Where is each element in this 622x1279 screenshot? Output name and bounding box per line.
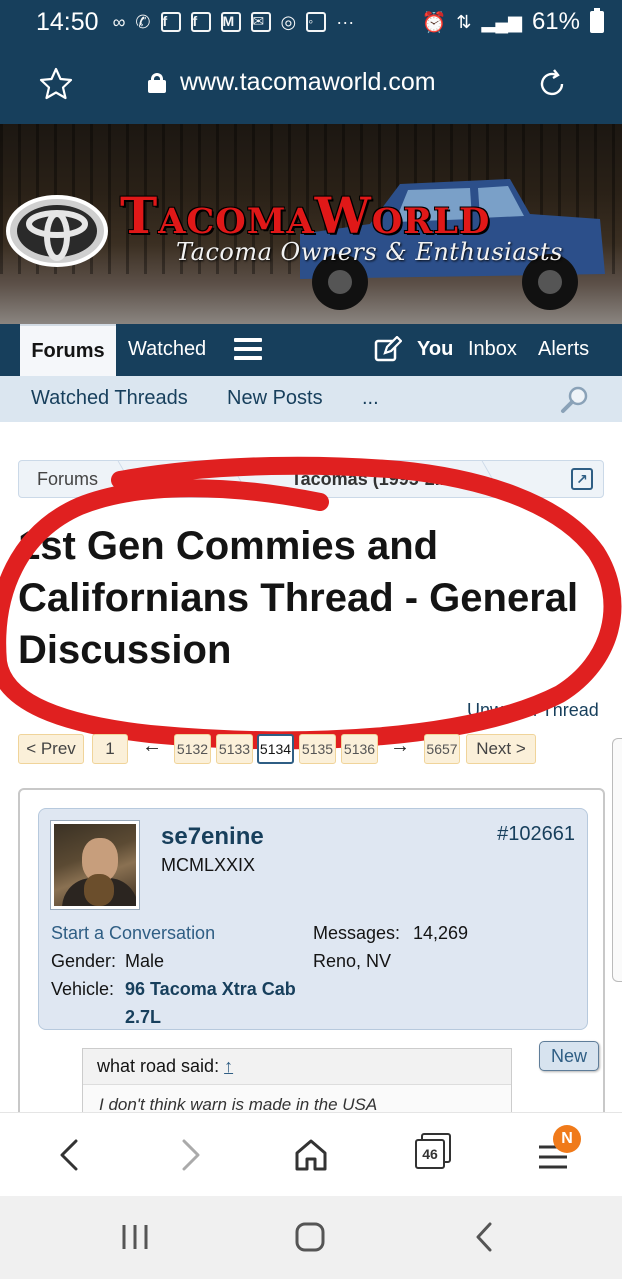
unwatch-thread-link[interactable]: Unwatch Thread (467, 700, 599, 721)
site-title: TacomaWorld (120, 186, 491, 245)
post-number[interactable]: #102661 (497, 823, 575, 846)
facebook-icon-2: f (190, 12, 211, 32)
main-nav: Forums Watched You Inbox Alerts (0, 324, 622, 376)
instagram-icon: ◦ (306, 12, 327, 32)
gender-label: Gender: (51, 951, 117, 971)
user-title: MCMLXXIX (161, 855, 256, 875)
signal-icon: ▂▄▆ (481, 11, 522, 32)
back-icon[interactable] (50, 1135, 90, 1175)
gender-value: Male (125, 951, 165, 971)
new-badge: New (539, 1041, 599, 1071)
bookmark-star-icon[interactable] (38, 66, 74, 102)
subnav-new-posts[interactable]: New Posts (227, 387, 323, 410)
facebook-icon: f (160, 12, 181, 32)
quote-header: what road said: ↑ (83, 1049, 511, 1085)
chrome-icon: ◎ (280, 11, 297, 32)
vehicle-value-2[interactable]: 2.7L (125, 1007, 161, 1028)
last-page-button[interactable]: 5657 (424, 734, 460, 764)
vehicle-label: Vehicle: (51, 979, 115, 999)
sub-nav: Watched Threads New Posts ... (0, 376, 622, 422)
url-bar: www.tacomaworld.com (0, 44, 622, 124)
thread-title: 1st Gen Commies and Californians Thread … (18, 524, 579, 672)
user-info-box: se7enine MCMLXXIX #102661 Start a Conver… (38, 808, 599, 1071)
prev-page-button[interactable]: < Prev (18, 734, 84, 764)
url-text: www.tacomaworld.com (180, 68, 436, 96)
side-panel-handle[interactable] (612, 738, 622, 982)
breadcrumb-tacomas[interactable]: Tacomas (1995-2... (291, 469, 450, 490)
tab-you[interactable]: You (417, 324, 453, 374)
forward-icon[interactable] (170, 1135, 210, 1175)
status-time: 14:50 (36, 7, 99, 36)
notification-icons: ∞ ✆ f f M ✉ ◎ ◦ ··· (112, 11, 355, 33)
site-tagline: Tacoma Owners & Enthusiasts (176, 238, 563, 266)
data-transfer-icon: ⇅ (456, 11, 472, 32)
post: se7enine MCMLXXIX #102661 Start a Conver… (18, 788, 605, 1112)
quote-block: what road said: ↑ I don't think warn is … (82, 1048, 512, 1112)
messages-label: Messages: (313, 923, 401, 943)
current-page[interactable]: 5134 (257, 734, 294, 764)
start-conversation-link[interactable]: Start a Conversation (51, 923, 215, 944)
gmail-icon: M (220, 12, 241, 32)
lock-icon (148, 72, 166, 93)
tabs-button[interactable]: 46 (415, 1139, 445, 1169)
search-icon[interactable] (560, 384, 590, 414)
breadcrumb-forums[interactable]: Forums (37, 469, 98, 490)
page-button[interactable]: 5135 (299, 734, 336, 764)
right-arrow-icon[interactable]: → (390, 735, 410, 758)
breadcrumb-separator (456, 461, 504, 497)
messages-count: 14,269 (413, 923, 469, 943)
quote-jump-icon[interactable]: ↑ (224, 1056, 233, 1076)
battery-icon (590, 8, 604, 33)
address-field[interactable]: www.tacomaworld.com (148, 68, 436, 97)
more-notifications-icon: ··· (336, 11, 355, 32)
android-nav-bar (0, 1196, 622, 1279)
recent-apps-icon[interactable] (118, 1222, 152, 1252)
left-arrow-icon[interactable]: ← (142, 735, 162, 758)
home-button-icon[interactable] (293, 1220, 327, 1254)
tab-watched[interactable]: Watched (128, 324, 206, 374)
page-button[interactable]: 1 (92, 734, 128, 764)
subnav-watched-threads[interactable]: Watched Threads (31, 387, 188, 410)
username[interactable]: se7enine (161, 823, 264, 851)
vehicle-value[interactable]: 96 Tacoma Xtra Cab (125, 979, 296, 1000)
status-bar: 14:50 ∞ ✆ f f M ✉ ◎ ◦ ··· ⏰ ⇅ ▂▄▆ 61% (0, 0, 622, 44)
jump-to-icon[interactable]: ↗ (571, 468, 593, 490)
alarm-icon: ⏰ (421, 11, 447, 34)
page-button[interactable]: 5132 (174, 734, 211, 764)
phone-icon: ✆ (135, 11, 151, 32)
next-page-button[interactable]: Next > (466, 734, 536, 764)
subnav-more[interactable]: ... (362, 387, 379, 410)
menu-icon[interactable] (234, 338, 262, 360)
avatar[interactable] (51, 821, 139, 909)
back-button-icon[interactable] (470, 1220, 500, 1254)
home-icon[interactable] (291, 1135, 331, 1175)
battery-percent: 61% (531, 8, 580, 35)
tab-forums[interactable]: Forums (20, 324, 116, 376)
email-icon: ✉ (250, 12, 271, 32)
page-button[interactable]: 5136 (341, 734, 378, 764)
notification-badge: N (553, 1125, 581, 1153)
breadcrumb-separator (92, 461, 140, 497)
quote-author: what road said: (97, 1056, 220, 1076)
page-content: Forums Tacomas (1995-2... ↗ 1st Gen Comm… (0, 422, 622, 1112)
browser-toolbar: 46 N (0, 1112, 622, 1196)
tab-alerts[interactable]: Alerts (538, 324, 589, 374)
location: Reno, NV (313, 951, 392, 971)
breadcrumb: Forums Tacomas (1995-2... ↗ (18, 460, 604, 498)
compose-icon[interactable] (374, 336, 402, 362)
page-button[interactable]: 5133 (216, 734, 253, 764)
voicemail-icon: ∞ (112, 11, 126, 32)
tab-inbox[interactable]: Inbox (468, 324, 517, 374)
site-banner[interactable]: TacomaWorld Tacoma Owners & Enthusiasts (0, 124, 622, 324)
toyota-logo-icon (6, 195, 108, 267)
breadcrumb-separator (203, 461, 251, 497)
reload-icon[interactable] (534, 66, 570, 102)
quote-text: I don't think warn is made in the USA (99, 1095, 378, 1112)
